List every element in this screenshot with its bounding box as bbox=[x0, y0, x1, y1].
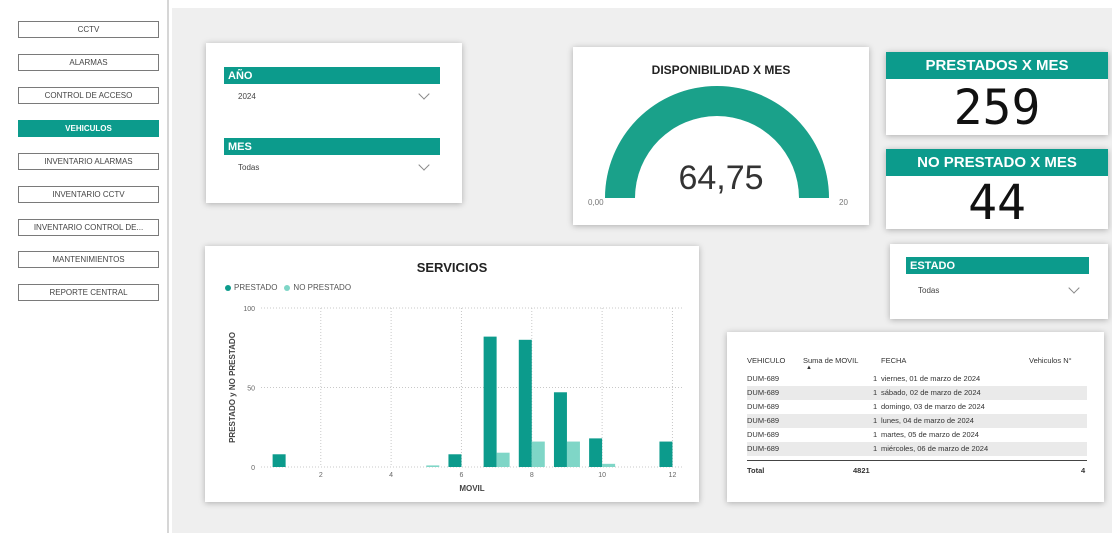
total-label: Total bbox=[747, 466, 765, 475]
estado-dropdown[interactable]: Todas bbox=[906, 280, 1089, 300]
nav-button-inventario-cctv[interactable]: INVENTARIO CCTV bbox=[18, 186, 159, 203]
gauge-value: 64,75 bbox=[678, 159, 764, 197]
cell-suma: 1 bbox=[873, 430, 878, 439]
gauge-max-label: 20 bbox=[839, 198, 848, 207]
y-axis-label: PRESTADO y NO PRESTADO bbox=[228, 332, 237, 443]
x-tick-label: 8 bbox=[530, 472, 534, 479]
bar-no-prestado bbox=[531, 441, 545, 467]
estado-slicer-card: ESTADO Todas bbox=[890, 244, 1108, 319]
x-tick-label: 2 bbox=[319, 472, 323, 479]
chevron-down-icon bbox=[418, 159, 430, 171]
bar-prestado bbox=[448, 454, 462, 467]
col-header-suma[interactable]: Suma de MOVIL bbox=[803, 356, 858, 365]
y-tick-label: 50 bbox=[247, 386, 255, 393]
servicios-chart-card: SERVICIOS PRESTADO NO PRESTADO 0 50 100 2 4 6… bbox=[205, 246, 699, 502]
cell-fecha: martes, 05 de marzo de 2024 bbox=[881, 430, 979, 439]
nav-button-control-de-acceso[interactable]: CONTROL DE ACCESO bbox=[18, 87, 159, 104]
cell-fecha: domingo, 03 de marzo de 2024 bbox=[881, 402, 985, 411]
prestados-kpi-card: PRESTADOS X MES 259 bbox=[886, 52, 1108, 136]
bar-prestado bbox=[518, 339, 532, 467]
col-header-fecha[interactable]: FECHA bbox=[881, 356, 906, 365]
vehiculos-table: VEHICULO Suma de MOVIL FECHA Vehiculos N… bbox=[747, 354, 1087, 494]
cell-suma: 1 bbox=[873, 374, 878, 383]
estado-value: Todas bbox=[918, 286, 940, 295]
cell-suma: 1 bbox=[873, 402, 878, 411]
gauge-chart bbox=[605, 86, 829, 198]
no-prestado-kpi-card: NO PRESTADO X MES 44 bbox=[886, 149, 1108, 231]
nav-button-inventario-alarmas[interactable]: INVENTARIO ALARMAS bbox=[18, 153, 159, 170]
date-slicers-card: AÑO 2024 MES Todas bbox=[206, 43, 462, 203]
cell-vehiculo: DUM-689 bbox=[747, 416, 780, 425]
no-prestado-kpi-title: NO PRESTADO X MES bbox=[886, 149, 1108, 176]
table-total-row: Total 4821 4 bbox=[747, 464, 1087, 478]
ano-dropdown[interactable]: 2024 bbox=[224, 87, 440, 105]
x-axis-label: MOVIL bbox=[459, 484, 484, 493]
x-tick-label: 10 bbox=[598, 472, 606, 479]
cell-suma: 1 bbox=[873, 388, 878, 397]
cell-vehiculo: DUM-689 bbox=[747, 430, 780, 439]
cell-fecha: viernes, 01 de marzo de 2024 bbox=[881, 374, 981, 383]
col-header-vehiculos-n[interactable]: Vehiculos N° bbox=[1029, 356, 1072, 365]
prestados-kpi-value: 259 bbox=[953, 80, 1041, 136]
mes-slicer-header: MES bbox=[224, 138, 440, 155]
nav-button-alarmas[interactable]: ALARMAS bbox=[18, 54, 159, 71]
y-tick-label: 100 bbox=[243, 306, 255, 313]
bar-prestado bbox=[272, 454, 286, 467]
nav-button-vehiculos[interactable]: VEHICULOS bbox=[18, 120, 159, 137]
bar-no-prestado bbox=[602, 463, 616, 467]
disponibilidad-gauge-card: DISPONIBILIDAD X MES 64,75 0,00 20 bbox=[573, 47, 869, 225]
sort-arrow-icon[interactable]: ▲ bbox=[806, 365, 812, 371]
bar-prestado bbox=[553, 392, 567, 467]
ano-value: 2024 bbox=[238, 92, 256, 101]
bar-no-prestado bbox=[566, 441, 580, 467]
cell-fecha: miércoles, 06 de marzo de 2024 bbox=[881, 444, 989, 453]
nav-button-reporte-central[interactable]: REPORTE CENTRAL bbox=[18, 284, 159, 301]
bar-prestado bbox=[589, 438, 603, 467]
bar-prestado bbox=[659, 441, 673, 467]
ano-slicer-header: AÑO bbox=[224, 67, 440, 84]
report-canvas: AÑO 2024 MES Todas DISPONIBILIDAD X MES … bbox=[172, 8, 1112, 533]
x-tick-label: 6 bbox=[459, 472, 463, 479]
col-header-vehiculo[interactable]: VEHICULO bbox=[747, 356, 785, 365]
no-prestado-kpi-value: 44 bbox=[968, 175, 1026, 231]
chevron-down-icon bbox=[1068, 282, 1080, 294]
sidebar-nav: CCTV ALARMAS CONTROL DE ACCESO VEHICULOS… bbox=[0, 0, 169, 533]
table-header-row: VEHICULO Suma de MOVIL FECHA Vehiculos N… bbox=[747, 354, 1087, 371]
bar-prestado bbox=[483, 336, 497, 467]
table-row[interactable]: DUM-689 1 sábado, 02 de marzo de 2024 bbox=[747, 386, 1087, 400]
table-total-divider bbox=[747, 460, 1087, 461]
nav-button-cctv[interactable]: CCTV bbox=[18, 21, 159, 38]
nav-button-inventario-control[interactable]: INVENTARIO CONTROL DE... bbox=[18, 219, 159, 236]
chevron-down-icon bbox=[418, 88, 430, 100]
gauge-min-label: 0,00 bbox=[588, 198, 604, 207]
mes-dropdown[interactable]: Todas bbox=[224, 158, 440, 176]
mes-value: Todas bbox=[238, 163, 260, 172]
bar-no-prestado bbox=[496, 452, 510, 467]
cell-vehiculo: DUM-689 bbox=[747, 402, 780, 411]
servicios-bar-chart: 0 50 100 2 4 6 8 10 12 MOVIL PRESTADO y NO PRESTAD… bbox=[228, 306, 683, 493]
table-row[interactable]: DUM-689 1 lunes, 04 de marzo de 2024 bbox=[747, 414, 1087, 428]
cell-fecha: sábado, 02 de marzo de 2024 bbox=[881, 388, 981, 397]
nav-button-mantenimientos[interactable]: MANTENIMIENTOS bbox=[18, 251, 159, 268]
table-row[interactable]: DUM-689 1 martes, 05 de marzo de 2024 bbox=[747, 428, 1087, 442]
estado-slicer-header: ESTADO bbox=[906, 257, 1089, 274]
bar-no-prestado bbox=[426, 465, 440, 467]
total-vehiculos-n: 4 bbox=[1081, 466, 1086, 475]
y-tick-label: 0 bbox=[251, 465, 255, 472]
x-tick-label: 12 bbox=[669, 472, 677, 479]
cell-vehiculo: DUM-689 bbox=[747, 374, 780, 383]
prestados-kpi-title: PRESTADOS X MES bbox=[886, 52, 1108, 79]
cell-suma: 1 bbox=[873, 416, 878, 425]
table-row[interactable]: DUM-689 1 viernes, 01 de marzo de 2024 bbox=[747, 372, 1087, 386]
table-row[interactable]: DUM-689 1 miércoles, 06 de marzo de 2024 bbox=[747, 442, 1087, 456]
cell-suma: 1 bbox=[873, 444, 878, 453]
x-tick-label: 4 bbox=[389, 472, 393, 479]
vehiculos-table-card: VEHICULO Suma de MOVIL FECHA Vehiculos N… bbox=[727, 332, 1104, 502]
cell-fecha: lunes, 04 de marzo de 2024 bbox=[881, 416, 974, 425]
cell-vehiculo: DUM-689 bbox=[747, 388, 780, 397]
cell-vehiculo: DUM-689 bbox=[747, 444, 780, 453]
total-suma: 4821 bbox=[853, 466, 870, 475]
table-row[interactable]: DUM-689 1 domingo, 03 de marzo de 2024 bbox=[747, 400, 1087, 414]
